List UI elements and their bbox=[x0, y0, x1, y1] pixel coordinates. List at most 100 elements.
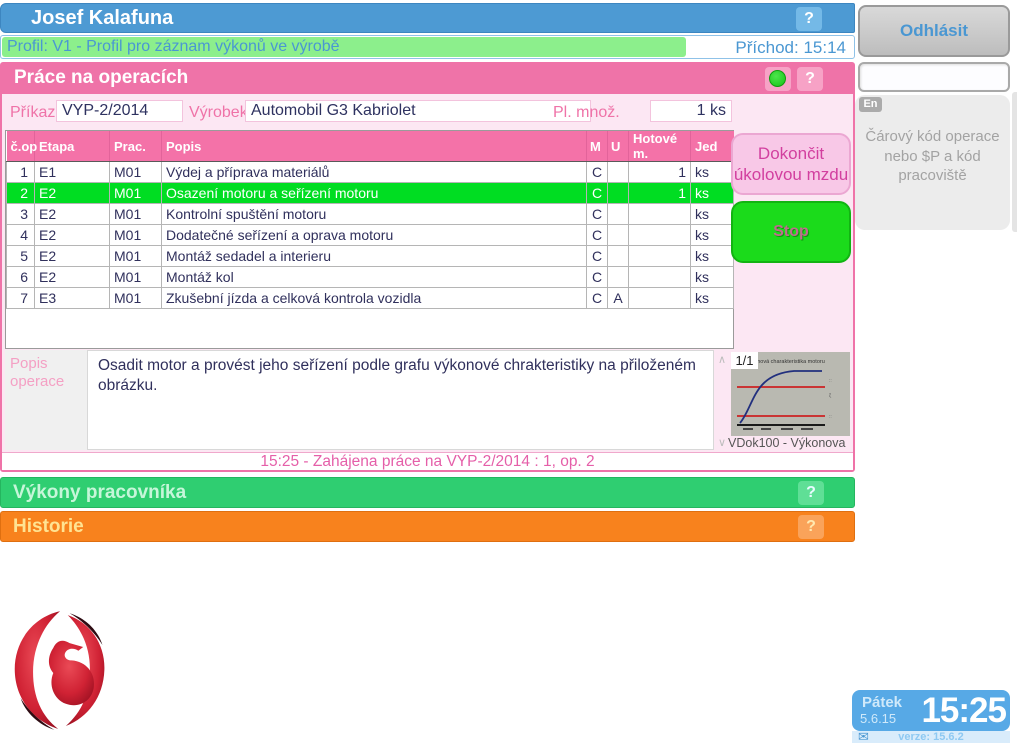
cell-etapa: E2 bbox=[35, 267, 110, 288]
cell-m: C bbox=[587, 288, 608, 309]
table-row[interactable]: 1E1M01Výdej a příprava materiálůC1ks bbox=[7, 162, 734, 183]
help-button-history[interactable]: ? bbox=[798, 515, 824, 539]
cell-m: C bbox=[587, 162, 608, 183]
cell-cop: 7 bbox=[7, 288, 35, 309]
mail-icon[interactable]: ✉ bbox=[858, 729, 869, 743]
cell-u bbox=[608, 225, 629, 246]
cell-m: C bbox=[587, 183, 608, 204]
cell-u bbox=[608, 246, 629, 267]
cell-hotove bbox=[629, 246, 691, 267]
attachment-thumbnail[interactable]: 1/1 Výkonová charakteristika motoru :: ξ… bbox=[731, 352, 850, 452]
help-button-user[interactable]: ? bbox=[796, 7, 822, 31]
cell-etapa: E3 bbox=[35, 288, 110, 309]
clock-date: 5.6.15 bbox=[860, 711, 896, 726]
order-label: Příkaz bbox=[10, 104, 55, 122]
cell-prac: M01 bbox=[110, 267, 162, 288]
cell-m: C bbox=[587, 267, 608, 288]
scroll-up-icon[interactable]: ∧ bbox=[715, 353, 729, 366]
col-header-popis: Popis bbox=[162, 131, 587, 162]
col-header-hotove: Hotové m. bbox=[629, 131, 691, 162]
qty-field[interactable]: 1 ks bbox=[650, 100, 732, 122]
cell-u: A bbox=[608, 288, 629, 309]
operation-description-text[interactable]: Osadit motor a provést jeho seřízení pod… bbox=[87, 350, 714, 450]
col-header-prac: Prac. bbox=[110, 131, 162, 162]
worker-performances-title: Výkony pracovníka bbox=[13, 482, 186, 504]
cell-m: C bbox=[587, 246, 608, 267]
clock-time: 15:25 bbox=[921, 690, 1006, 731]
description-label-line1: Popis bbox=[10, 355, 87, 373]
col-header-m: M bbox=[587, 131, 608, 162]
cell-jed: ks bbox=[691, 204, 734, 225]
cell-jed: ks bbox=[691, 267, 734, 288]
cell-u bbox=[608, 183, 629, 204]
cell-u bbox=[608, 204, 629, 225]
help-button-operations[interactable]: ? bbox=[797, 67, 823, 91]
cell-etapa: E2 bbox=[35, 246, 110, 267]
stop-button-label: Stop bbox=[773, 223, 809, 241]
cell-m: C bbox=[587, 225, 608, 246]
finish-piecework-button[interactable]: Dokončit úkolovou mzdu bbox=[731, 133, 851, 195]
cell-etapa: E2 bbox=[35, 183, 110, 204]
logout-button[interactable]: Odhlásit bbox=[858, 5, 1010, 57]
col-header-cop: č.op bbox=[7, 131, 35, 162]
stop-button[interactable]: Stop bbox=[731, 201, 851, 263]
description-label-line2: operace bbox=[10, 373, 87, 391]
cell-hotove bbox=[629, 288, 691, 309]
language-badge[interactable]: En bbox=[859, 97, 882, 112]
table-row[interactable]: 7E3M01Zkušební jízda a celková kontrola … bbox=[7, 288, 734, 309]
cell-cop: 5 bbox=[7, 246, 35, 267]
barcode-hint-text: Čárový kód operace nebo $P a kód pracovi… bbox=[855, 127, 1010, 186]
table-row[interactable]: 5E2M01Montáž sedadel a interieruCks bbox=[7, 246, 734, 267]
section-history[interactable]: Historie ? bbox=[0, 511, 855, 542]
firebird-logo bbox=[8, 606, 114, 738]
cell-jed: ks bbox=[691, 288, 734, 309]
qty-label: Pl. množ. bbox=[553, 104, 620, 122]
cell-prac: M01 bbox=[110, 183, 162, 204]
cell-etapa: E1 bbox=[35, 162, 110, 183]
cell-popis: Výdej a příprava materiálů bbox=[162, 162, 587, 183]
operations-section-header[interactable]: Práce na operacích ? bbox=[2, 64, 853, 94]
version-label: verze: 15.6.2 bbox=[852, 731, 1010, 743]
product-field[interactable]: Automobil G3 Kabriolet bbox=[245, 100, 591, 122]
section-worker-performances[interactable]: Výkony pracovníka ? bbox=[0, 477, 855, 508]
cell-hotove bbox=[629, 267, 691, 288]
scroll-down-icon[interactable]: ∨ bbox=[715, 436, 729, 449]
barcode-hint-panel: En Čárový kód operace nebo $P a kód prac… bbox=[855, 95, 1010, 230]
clock-day: Pátek bbox=[862, 694, 902, 711]
profile-value: Profil: V1 - Profil pro záznam výkonů ve… bbox=[2, 37, 686, 57]
cell-popis: Montáž kol bbox=[162, 267, 587, 288]
profile-bar: Profil: V1 - Profil pro záznam výkonů ve… bbox=[0, 35, 855, 59]
cell-jed: ks bbox=[691, 225, 734, 246]
table-header-row: č.op Etapa Prac. Popis M U Hotové m. Jed bbox=[7, 131, 734, 162]
cell-cop: 2 bbox=[7, 183, 35, 204]
help-button-performances[interactable]: ? bbox=[798, 481, 824, 505]
barcode-hint-line2: nebo $P a kód pracoviště bbox=[855, 147, 1010, 186]
user-header-bar: Josef Kalafuna ? bbox=[0, 3, 855, 33]
operations-table: č.op Etapa Prac. Popis M U Hotové m. Jed… bbox=[6, 131, 734, 309]
status-dot-button[interactable] bbox=[765, 67, 791, 91]
table-row[interactable]: 4E2M01Dodatečné seřízení a oprava motoru… bbox=[7, 225, 734, 246]
finish-button-line1: Dokončit bbox=[758, 144, 824, 163]
cell-m: C bbox=[587, 204, 608, 225]
cell-prac: M01 bbox=[110, 204, 162, 225]
cell-cop: 4 bbox=[7, 225, 35, 246]
operations-title: Práce na operacích bbox=[14, 67, 188, 89]
attachment-pager: 1/1 bbox=[731, 352, 758, 369]
clock-widget: Pátek 5.6.15 15:25 bbox=[852, 690, 1010, 731]
user-name: Josef Kalafuna bbox=[31, 7, 173, 30]
table-row[interactable]: 3E2M01Kontrolní spuštění motoruCks bbox=[7, 204, 734, 225]
barcode-input[interactable] bbox=[858, 62, 1010, 92]
product-label: Výrobek bbox=[189, 104, 248, 122]
cell-popis: Montáž sedadel a interieru bbox=[162, 246, 587, 267]
cell-prac: M01 bbox=[110, 246, 162, 267]
finish-button-line2: úkolovou mzdu bbox=[734, 165, 848, 184]
window-edge-strip bbox=[1012, 92, 1017, 232]
table-row[interactable]: 2E2M01Osazení motoru a seřízení motoruC1… bbox=[7, 183, 734, 204]
order-field[interactable]: VYP-2/2014 bbox=[56, 100, 183, 122]
green-status-dot-icon bbox=[769, 70, 786, 87]
status-message: 15:25 - Zahájena práce na VYP-2/2014 : 1… bbox=[2, 452, 853, 470]
table-row[interactable]: 6E2M01Montáž kolCks bbox=[7, 267, 734, 288]
version-strip: ✉ verze: 15.6.2 bbox=[852, 731, 1010, 743]
col-header-etapa: Etapa bbox=[35, 131, 110, 162]
cell-cop: 3 bbox=[7, 204, 35, 225]
